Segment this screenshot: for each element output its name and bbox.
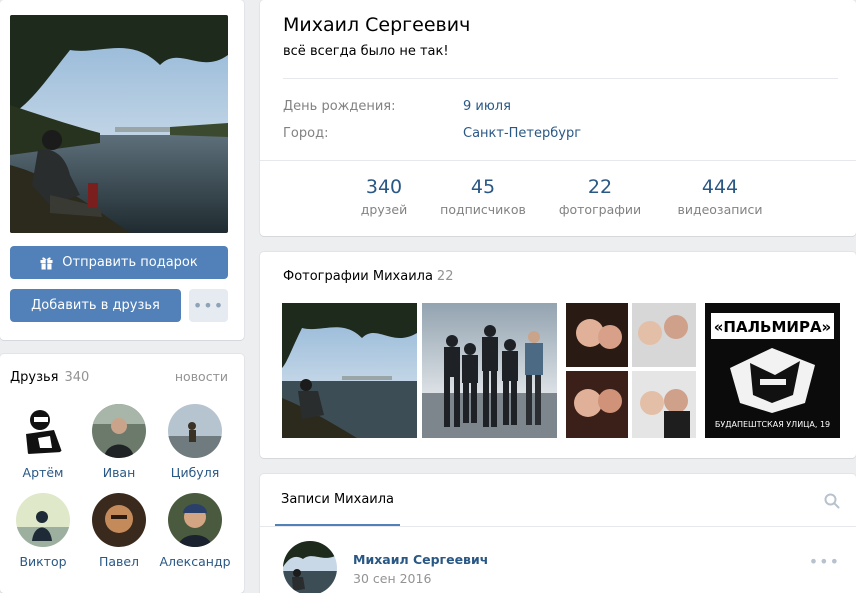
friend-item[interactable]: Александр bbox=[157, 493, 233, 569]
info-label: День рождения: bbox=[283, 99, 396, 114]
friend-item[interactable]: Виктор bbox=[5, 493, 81, 569]
friends-header: Друзья 340 новости bbox=[10, 369, 228, 385]
counter-label: подписчиков bbox=[440, 202, 526, 217]
wall-card: Записи Михаила Михаил Сергеевич 30 сен 2… bbox=[260, 474, 856, 593]
friend-name[interactable]: Александр bbox=[157, 554, 233, 569]
post-author-avatar[interactable] bbox=[283, 541, 337, 593]
post-more-icon[interactable]: ••• bbox=[809, 552, 840, 571]
info-label: Город: bbox=[283, 126, 329, 141]
friend-item[interactable]: Артём bbox=[5, 404, 81, 480]
counter-videos[interactable]: 444 видеозаписи bbox=[665, 176, 775, 217]
poster-address: БУДАПЕШТСКАЯ УЛИЦА, 19 bbox=[715, 420, 830, 429]
profile-info-card: Михаил Сергеевич всё всегда было не так!… bbox=[260, 0, 856, 236]
gift-icon bbox=[40, 256, 53, 270]
friend-name[interactable]: Иван bbox=[81, 465, 157, 480]
counter-photos[interactable]: 22 фотографии bbox=[552, 176, 648, 217]
friends-card: Друзья 340 новости Артём Иван Цибуля Вик… bbox=[0, 354, 244, 593]
info-value-link[interactable]: 9 июля bbox=[463, 99, 511, 114]
photo-thumb[interactable] bbox=[566, 303, 696, 438]
post-author-name[interactable]: Михаил Сергеевич bbox=[353, 552, 488, 567]
profile-status: всё всегда было не так! bbox=[283, 44, 449, 59]
add-friend-button[interactable]: Добавить в друзья bbox=[10, 289, 181, 322]
photos-header[interactable]: Фотографии Михаила 22 bbox=[283, 269, 453, 284]
profile-name: Михаил Сергеевич bbox=[283, 14, 471, 36]
search-icon[interactable] bbox=[824, 493, 840, 509]
divider bbox=[260, 526, 856, 527]
counter-number: 45 bbox=[470, 176, 496, 198]
photos-card: Фотографии Михаила 22 «ПАЛЬМИРА» БУДАПЕШ… bbox=[260, 252, 856, 458]
friend-avatar[interactable] bbox=[168, 493, 222, 547]
friend-avatar[interactable] bbox=[16, 404, 70, 458]
send-gift-label: Отправить подарок bbox=[62, 255, 198, 270]
more-actions-label: ••• bbox=[192, 296, 225, 315]
friend-name[interactable]: Цибуля bbox=[157, 465, 233, 480]
profile-avatar[interactable] bbox=[10, 15, 228, 233]
photo-thumb[interactable] bbox=[282, 303, 417, 438]
divider bbox=[283, 78, 838, 79]
tab-wall-posts[interactable]: Записи Михаила bbox=[275, 474, 400, 526]
counter-label: видеозаписи bbox=[677, 202, 763, 217]
send-gift-button[interactable]: Отправить подарок bbox=[10, 246, 228, 279]
friends-news-link[interactable]: новости bbox=[175, 369, 228, 384]
friends-title[interactable]: Друзья bbox=[10, 370, 59, 385]
more-actions-button[interactable]: ••• bbox=[189, 289, 228, 322]
friend-avatar[interactable] bbox=[168, 404, 222, 458]
counter-label: фотографии bbox=[558, 202, 642, 217]
friend-avatar[interactable] bbox=[16, 493, 70, 547]
friend-name[interactable]: Виктор bbox=[5, 554, 81, 569]
poster-title: «ПАЛЬМИРА» bbox=[714, 318, 832, 336]
photo-thumb-poster[interactable]: «ПАЛЬМИРА» БУДАПЕШТСКАЯ УЛИЦА, 19 bbox=[705, 303, 840, 438]
friends-count: 340 bbox=[64, 370, 90, 385]
avatar-card: Отправить подарок Добавить в друзья ••• bbox=[0, 0, 244, 340]
counter-number: 340 bbox=[365, 176, 403, 198]
add-friend-label: Добавить в друзья bbox=[31, 298, 160, 313]
photos-count: 22 bbox=[436, 269, 454, 284]
friend-item[interactable]: Павел bbox=[81, 493, 157, 569]
photo-thumb[interactable] bbox=[422, 303, 557, 438]
counter-friends[interactable]: 340 друзей bbox=[354, 176, 414, 217]
friend-item[interactable]: Цибуля bbox=[157, 404, 233, 480]
info-value-link[interactable]: Санкт-Петербург bbox=[463, 126, 581, 141]
friend-avatar[interactable] bbox=[92, 493, 146, 547]
counter-number: 22 bbox=[587, 176, 613, 198]
photos-title: Фотографии Михаила bbox=[283, 269, 433, 284]
friend-avatar[interactable] bbox=[92, 404, 146, 458]
divider bbox=[260, 160, 856, 161]
counter-subscribers[interactable]: 45 подписчиков bbox=[433, 176, 533, 217]
friend-item[interactable]: Иван bbox=[81, 404, 157, 480]
friend-name[interactable]: Павел bbox=[81, 554, 157, 569]
friend-name[interactable]: Артём bbox=[5, 465, 81, 480]
post-date[interactable]: 30 сен 2016 bbox=[353, 571, 431, 586]
counter-number: 444 bbox=[701, 176, 739, 198]
counter-label: друзей bbox=[360, 202, 408, 217]
